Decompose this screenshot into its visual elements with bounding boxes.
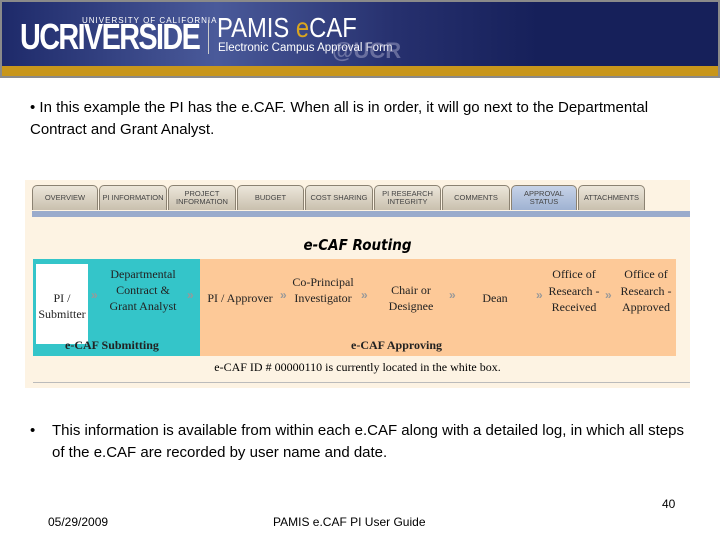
step-or-received: Office of Research - Received [548, 267, 600, 314]
submitting-label: e-CAF Submitting [65, 338, 159, 352]
tab-pi-information[interactable]: PI INFORMATION [99, 185, 167, 210]
tab-attachments[interactable]: ATTACHMENTS [578, 185, 645, 210]
chevron-right-icon: » [187, 288, 194, 302]
tab-underline [32, 211, 690, 217]
step-chair: Chair or Designee [388, 283, 434, 313]
bullet: • [30, 422, 36, 439]
chevron-right-icon: » [361, 288, 368, 302]
location-text: e-CAF ID # 00000110 is currently located… [214, 360, 501, 374]
step-or-approved: Office of Research - Approved [620, 267, 672, 314]
detail-bullet: • This information is available from wit… [30, 420, 700, 464]
tab-overview[interactable]: OVERVIEW [32, 185, 98, 210]
step-co-pi: Co-Principal Investigator [292, 275, 354, 305]
chevron-right-icon: » [280, 288, 287, 302]
chevron-right-icon: » [605, 288, 612, 302]
ucr-watermark: @UCR [332, 38, 402, 63]
approving-label: e-CAF Approving [351, 338, 443, 352]
divider [33, 382, 690, 383]
step-dean: Dean [482, 291, 508, 305]
tab-cost-sharing[interactable]: COST SHARING [305, 185, 373, 210]
tab-budget[interactable]: BUDGET [237, 185, 304, 210]
routing-screenshot: OVERVIEW PI INFORMATION PROJECT INFORMAT… [25, 180, 690, 388]
footer-title: PAMIS e.CAF PI User Guide [273, 515, 426, 529]
tab-comments[interactable]: COMMENTS [442, 185, 510, 210]
detail-text: This information is available from withi… [52, 422, 684, 461]
step-pi-submitter: PI / Submitter [38, 291, 86, 321]
routing-title: e-CAF Routing [303, 236, 412, 254]
intro-text: • In this example the PI has the e.CAF. … [30, 99, 649, 138]
chevron-right-icon: » [91, 288, 98, 302]
gold-strip [0, 66, 720, 78]
chevron-right-icon: » [449, 288, 456, 302]
app-header: UCRIVERSIDE UNIVERSITY OF CALIFORNIA PAM… [0, 0, 720, 66]
page-number: 40 [662, 497, 676, 511]
footer-date: 05/29/2009 [48, 515, 109, 529]
tab-approval-status[interactable]: APPROVAL STATUS [511, 185, 577, 210]
tab-pi-research-integrity[interactable]: PI RESEARCH INTEGRITY [374, 185, 441, 210]
divider [208, 20, 209, 54]
tab-bar: OVERVIEW PI INFORMATION PROJECT INFORMAT… [32, 185, 645, 210]
uc-subtitle: UNIVERSITY OF CALIFORNIA [82, 16, 218, 25]
step-pi-approver: PI / Approver [207, 291, 273, 305]
tab-project-information[interactable]: PROJECT INFORMATION [168, 185, 236, 210]
chevron-right-icon: » [536, 288, 543, 302]
step-dept-analyst: Departmental Contract & Grant Analyst [109, 267, 177, 313]
